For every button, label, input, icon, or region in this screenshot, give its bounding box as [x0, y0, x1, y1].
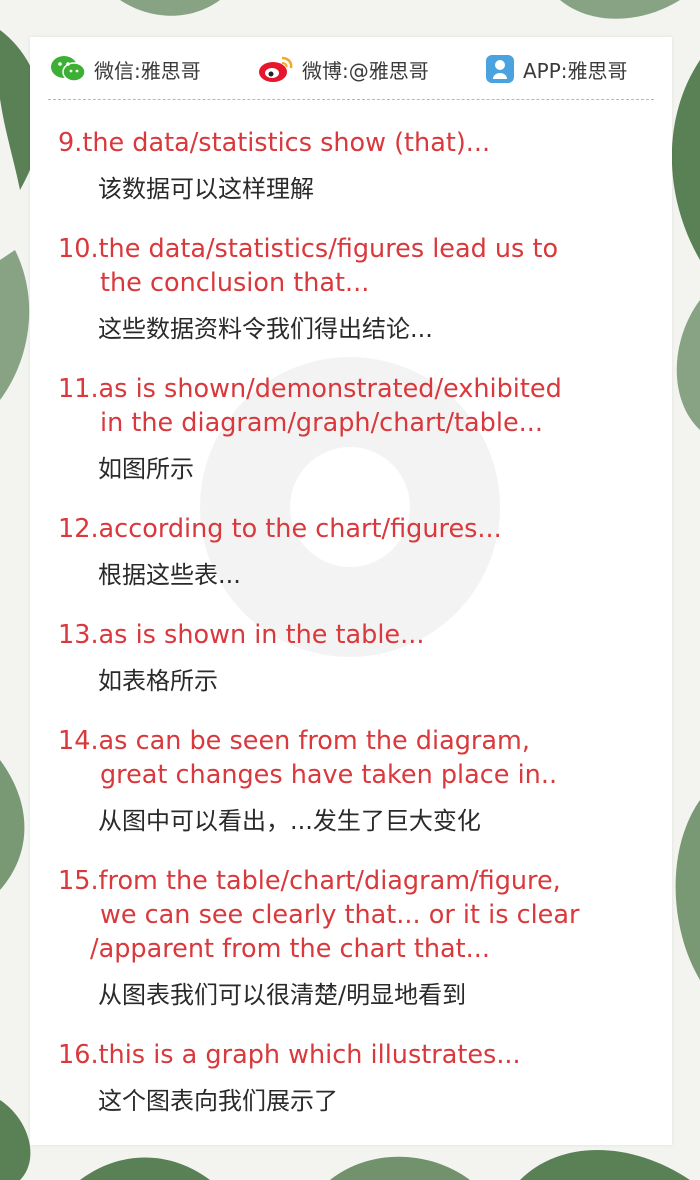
wechat-icon — [51, 56, 86, 82]
phrase-entry-10: 10.the data/statistics/figures lead us t… — [58, 232, 558, 346]
chinese-translation: 从图表我们可以很清楚/明显地看到 — [98, 981, 467, 1009]
english-phrase: 13.as is shown in the table... — [58, 620, 425, 650]
phrase-entry-15: 15.from the table/chart/diagram/figure, … — [58, 864, 579, 1012]
english-phrase: 16.this is a graph which illustrates... — [58, 1040, 521, 1070]
chinese-translation: 如图所示 — [98, 455, 194, 483]
chinese-translation: 这个图表向我们展示了 — [98, 1087, 338, 1115]
english-phrase-continuation: in the diagram/graph/chart/table... — [100, 408, 543, 438]
app-icon — [486, 55, 514, 83]
weibo-contact[interactable]: 微博:@雅思哥 — [258, 54, 429, 84]
chinese-translation: 如表格所示 — [98, 667, 218, 695]
english-phrase: 14.as can be seen from the diagram, — [58, 726, 530, 756]
content-card: 微信:雅思哥 微博:@雅思哥 APP:雅思哥 9.the data/statis… — [30, 37, 672, 1145]
phrase-entry-12: 12.according to the chart/figures... 根据这… — [58, 512, 502, 592]
chinese-translation: 这些数据资料令我们得出结论... — [98, 315, 433, 343]
english-phrase-continuation: we can see clearly that... or it is clea… — [100, 900, 580, 930]
english-phrase: 15.from the table/chart/diagram/figure, — [58, 866, 561, 896]
phrase-entry-9: 9.the data/statistics show (that)... 该数据… — [58, 126, 490, 206]
english-phrase: 9.the data/statistics show (that)... — [58, 128, 491, 158]
wechat-label: 微信:雅思哥 — [94, 58, 201, 83]
chinese-translation: 该数据可以这样理解 — [98, 175, 314, 203]
app-contact[interactable]: APP:雅思哥 — [485, 54, 628, 84]
english-phrase-continuation: great changes have taken place in.. — [100, 760, 558, 790]
english-phrase: 10.the data/statistics/figures lead us t… — [58, 234, 559, 264]
contact-header: 微信:雅思哥 微博:@雅思哥 APP:雅思哥 — [30, 37, 672, 100]
phrase-entry-11: 11.as is shown/demonstrated/exhibited in… — [58, 372, 562, 486]
phrase-entry-16: 16.this is a graph which illustrates... … — [58, 1038, 521, 1118]
weibo-label: 微博:@雅思哥 — [302, 58, 429, 83]
english-phrase-continuation: the conclusion that... — [100, 268, 370, 298]
chinese-translation: 从图中可以看出，...发生了巨大变化 — [98, 807, 481, 835]
english-phrase-continuation: /apparent from the chart that... — [90, 934, 490, 964]
header-divider — [48, 99, 654, 100]
chinese-translation: 根据这些表... — [98, 561, 241, 589]
phrase-entry-14: 14.as can be seen from the diagram, grea… — [58, 724, 557, 838]
wechat-contact[interactable]: 微信:雅思哥 — [50, 54, 201, 84]
english-phrase: 12.according to the chart/figures... — [58, 514, 502, 544]
weibo-icon — [259, 56, 293, 82]
phrase-entry-13: 13.as is shown in the table... 如表格所示 — [58, 618, 424, 698]
app-label: APP:雅思哥 — [523, 58, 628, 83]
english-phrase: 11.as is shown/demonstrated/exhibited — [58, 374, 562, 404]
